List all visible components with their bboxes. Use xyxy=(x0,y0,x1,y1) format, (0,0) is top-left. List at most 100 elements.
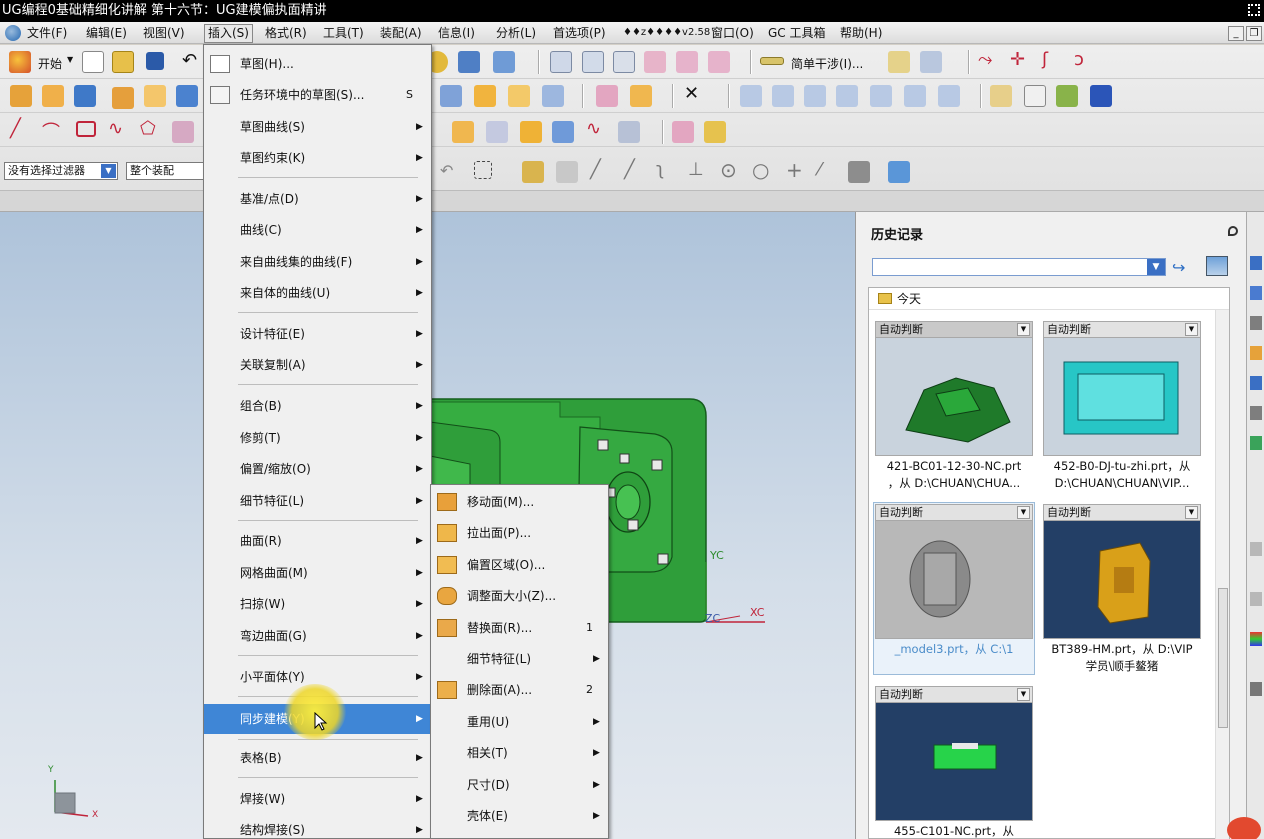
surface-3-icon[interactable] xyxy=(804,85,826,107)
resource-tab-icon[interactable] xyxy=(1250,682,1262,696)
menu-item-sketch-curve[interactable]: 草图曲线(S) ▶ xyxy=(204,114,431,140)
menu-item-offset-region[interactable]: 偏置区域(O)... xyxy=(431,552,608,578)
resource-tab-icon[interactable] xyxy=(1250,316,1262,330)
sequence-icon[interactable] xyxy=(676,51,698,73)
menu-item-weld[interactable]: 焊接(W) ▶ xyxy=(204,786,431,812)
rectangle-select-icon[interactable] xyxy=(474,161,492,179)
chevron-down-icon[interactable]: ▼ xyxy=(101,164,116,178)
boss-icon[interactable] xyxy=(112,87,134,109)
measure-icon[interactable] xyxy=(888,51,910,73)
revolve-icon[interactable] xyxy=(42,85,64,107)
table-note-icon[interactable] xyxy=(990,85,1012,107)
thumbnail-view-icon[interactable] xyxy=(1206,256,1228,276)
save-icon[interactable] xyxy=(146,52,164,70)
menu-insert[interactable]: 插入(S) xyxy=(204,24,253,43)
arc-icon[interactable]: ⌒ xyxy=(42,118,60,144)
feature-replay-icon[interactable] xyxy=(493,51,515,73)
menu-item-offset-scale[interactable]: 偏置/缩放(O) ▶ xyxy=(204,456,431,482)
menu-view[interactable]: 视图(V) xyxy=(140,25,188,42)
menu-item-mesh-surface[interactable]: 网格曲面(M) ▶ xyxy=(204,560,431,586)
snap-center-icon[interactable]: ⊥ xyxy=(688,159,704,180)
pin-icon[interactable] xyxy=(1228,226,1238,236)
trim-curve-icon[interactable]: ⤳ xyxy=(978,49,992,70)
hole-icon[interactable] xyxy=(144,85,166,107)
open-folder-icon[interactable] xyxy=(112,51,134,73)
resource-tab-icon[interactable] xyxy=(1250,376,1262,390)
menu-item-trim[interactable]: 修剪(T) ▶ xyxy=(204,425,431,451)
sync-replace-icon[interactable] xyxy=(552,121,574,143)
resource-tab-icon[interactable] xyxy=(1250,542,1262,556)
snap-arc-icon[interactable]: ⊙ xyxy=(720,158,737,182)
surface-4-icon[interactable] xyxy=(836,85,858,107)
menu-assembly[interactable]: 装配(A) xyxy=(377,25,425,42)
offset-face-icon[interactable] xyxy=(508,85,530,107)
snap-body-icon[interactable] xyxy=(888,161,910,183)
shell-icon[interactable] xyxy=(440,85,462,107)
part-list-icon[interactable] xyxy=(1056,85,1078,107)
menu-item-associative-copy[interactable]: 关联复制(A) ▶ xyxy=(204,352,431,378)
simple-interference-button[interactable]: 简单干涉(I)... xyxy=(791,55,863,72)
menu-item-curve-from-bodies[interactable]: 来自体的曲线(U) ▶ xyxy=(204,280,431,306)
assembly-scope-dropdown[interactable]: 整个装配 xyxy=(126,162,204,180)
mirror-feature-icon[interactable] xyxy=(630,85,652,107)
feature-move-icon[interactable] xyxy=(458,51,480,73)
curve-length-icon[interactable]: ʃ xyxy=(1042,49,1048,70)
menu-gc-toolbox[interactable]: GC 工具箱 xyxy=(765,25,829,42)
menu-item-curve-from-curves[interactable]: 来自曲线集的曲线(F) ▶ xyxy=(204,249,431,275)
menu-item-sketch[interactable]: 草图(H)... xyxy=(204,51,431,77)
menu-analysis[interactable]: 分析(L) xyxy=(493,25,539,42)
snap-point-on-curve-icon[interactable]: ⁄ xyxy=(818,159,821,180)
menu-item-pull-face[interactable]: 拉出面(P)... xyxy=(431,520,608,546)
explode-view-icon[interactable] xyxy=(644,51,666,73)
chevron-down-icon[interactable]: ▼ xyxy=(1017,323,1030,336)
menu-edit[interactable]: 编辑(E) xyxy=(83,25,130,42)
select-arrow-icon[interactable]: ↶ xyxy=(440,161,453,180)
menu-item-replace-face[interactable]: 替换面(R)... 1 xyxy=(431,615,608,641)
menu-item-delete-face[interactable]: 删除面(A)... 2 xyxy=(431,677,608,703)
snap-intersection-icon[interactable]: ʅ xyxy=(656,159,664,180)
snap-mid-icon[interactable]: ╱ xyxy=(590,159,601,180)
block-icon[interactable] xyxy=(74,85,96,107)
sync-move-icon[interactable] xyxy=(452,121,474,143)
snap-quadrant-icon[interactable]: + xyxy=(786,158,803,182)
menu-item-dimension[interactable]: 尺寸(D) ▶ xyxy=(431,772,608,798)
start-button[interactable]: 开始 xyxy=(38,55,62,72)
resource-tab-icon[interactable] xyxy=(1250,632,1262,646)
menu-file[interactable]: 文件(F) xyxy=(24,25,70,42)
sync-offset-icon[interactable] xyxy=(520,121,542,143)
menu-window[interactable]: 窗口(O) xyxy=(708,25,757,42)
snap-circle-icon[interactable]: ○ xyxy=(752,158,769,182)
chevron-down-icon[interactable]: ▼ xyxy=(1185,323,1198,336)
chevron-down-icon[interactable]: ▼ xyxy=(1147,259,1165,275)
menu-plugin[interactable]: ♦♦z♦♦♦♦v2.58 xyxy=(620,25,713,42)
polygon-icon[interactable]: ⬠ xyxy=(140,118,156,139)
menu-item-relate[interactable]: 相关(T) ▶ xyxy=(431,740,608,766)
selection-filter-dropdown[interactable]: 没有选择过滤器 ▼ xyxy=(4,162,118,180)
sync-pull-icon[interactable] xyxy=(486,121,508,143)
interference-icon[interactable] xyxy=(760,57,784,65)
info-icon[interactable] xyxy=(1024,85,1046,107)
menu-help[interactable]: 帮助(H) xyxy=(837,25,885,42)
chevron-down-icon[interactable]: ▼ xyxy=(1017,506,1030,519)
rectangle-icon[interactable] xyxy=(76,121,96,137)
menu-item-resize-face[interactable]: 调整面大小(Z)... xyxy=(431,583,608,609)
analysis-icon[interactable] xyxy=(920,51,942,73)
menu-item-task-env-sketch[interactable]: 任务环境中的草图(S)... S xyxy=(204,82,431,108)
menu-item-sweep[interactable]: 扫掠(W) ▶ xyxy=(204,591,431,617)
history-group-today[interactable]: 今天 xyxy=(869,288,1229,310)
resource-tab-icon[interactable] xyxy=(1250,592,1262,606)
assembly-tool-icon[interactable] xyxy=(550,51,572,73)
menu-item-combine[interactable]: 组合(B) ▶ xyxy=(204,393,431,419)
minimize-button[interactable]: _ xyxy=(1228,26,1244,41)
menu-item-surface[interactable]: 曲面(R) ▶ xyxy=(204,528,431,554)
menu-format[interactable]: 格式(R) xyxy=(262,25,310,42)
pad-icon[interactable] xyxy=(176,85,198,107)
undo-icon[interactable]: ↶ xyxy=(182,50,197,71)
snap-control-icon[interactable]: ╱ xyxy=(624,159,635,180)
start-dropdown-icon[interactable]: ▼ xyxy=(67,55,73,64)
fillet-curve-icon[interactable] xyxy=(172,121,194,143)
thicken-icon[interactable] xyxy=(474,85,496,107)
pattern-feature-icon[interactable] xyxy=(596,85,618,107)
menu-item-curve[interactable]: 曲线(C) ▶ xyxy=(204,217,431,243)
menu-item-sync-detail-feature[interactable]: 细节特征(L) ▶ xyxy=(431,646,608,672)
